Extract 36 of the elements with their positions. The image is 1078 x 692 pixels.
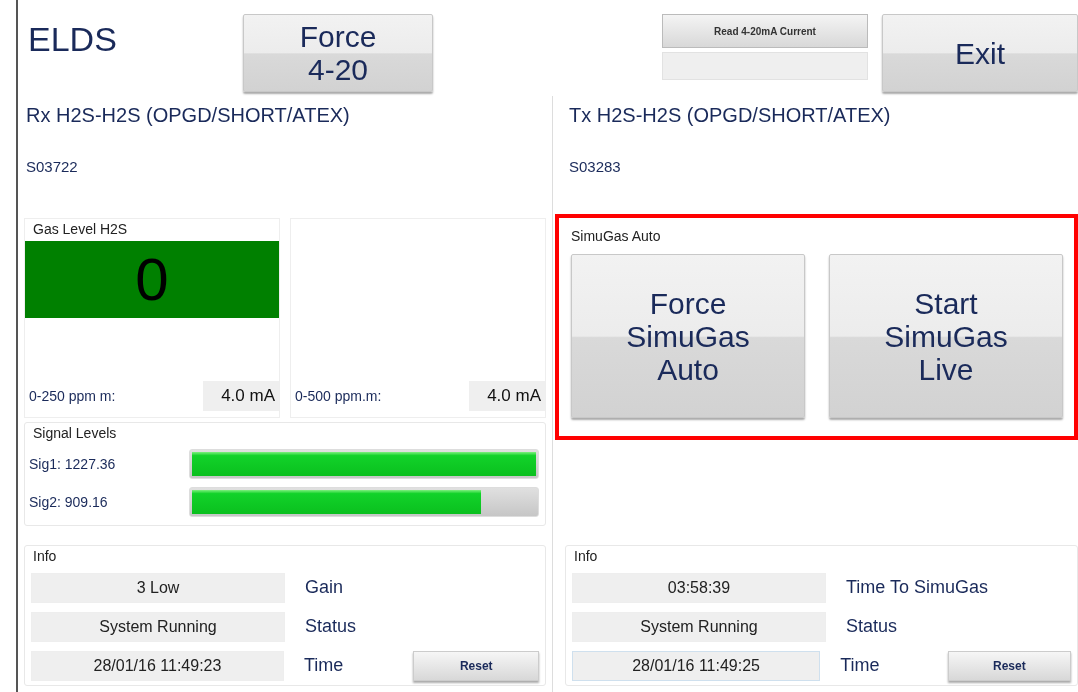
group-label: Info [573, 547, 599, 566]
info-value-field: 28/01/16 11:49:23 [31, 650, 284, 681]
info-label: Status [846, 616, 899, 637]
panel-title: Tx H2S-H2S (OPGD/SHORT/ATEX) [568, 103, 892, 128]
group-label: SimuGas Auto [571, 228, 662, 246]
serial-number: S03283 [568, 157, 622, 177]
simugas-button[interactable]: Force SimuGas Auto [571, 254, 805, 418]
force-4-20-button[interactable]: Force 4-20 [243, 14, 433, 92]
serial-number: S03722 [25, 157, 79, 177]
panel-title: Rx H2S-H2S (OPGD/SHORT/ATEX) [25, 103, 351, 128]
info-label: Status [305, 616, 358, 637]
group-label: Info [32, 547, 58, 566]
gas-level-label: Gas Level H2S [32, 220, 129, 239]
signal-label: Sig1: 1227.36 [29, 456, 117, 472]
range-label: 0-250 ppm m: [29, 388, 116, 404]
current-reading: 4.0 mA [203, 381, 279, 411]
info-value-field: 28/01/16 11:49:25 [572, 650, 821, 681]
app-title: ELDS [27, 19, 118, 59]
info-value-field: System Running [572, 611, 826, 642]
info-label: Time To SimuGas [846, 577, 990, 598]
reset-button[interactable]: Reset [413, 650, 539, 681]
current-reading: 4.0 mA [469, 381, 545, 411]
info-value-field: System Running [31, 611, 285, 642]
gas-level-value: 0 [25, 241, 279, 318]
range-label: 0-500 ppm.m: [295, 388, 382, 404]
info-label: Gain [305, 577, 345, 598]
simugas-button[interactable]: Start SimuGas Live [829, 254, 1063, 418]
info-value-field: 3 Low [31, 572, 285, 603]
info-value-field: 03:58:39 [572, 572, 826, 603]
exit-button[interactable]: Exit [882, 14, 1078, 92]
info-label: Time [840, 655, 881, 676]
signal-label: Sig2: 909.16 [29, 494, 109, 510]
group-label: Signal Levels [32, 424, 118, 443]
info-label: Time [303, 655, 345, 676]
read-current-button[interactable]: Read 4-20mA Current [662, 14, 868, 48]
reset-button[interactable]: Reset [947, 650, 1071, 681]
